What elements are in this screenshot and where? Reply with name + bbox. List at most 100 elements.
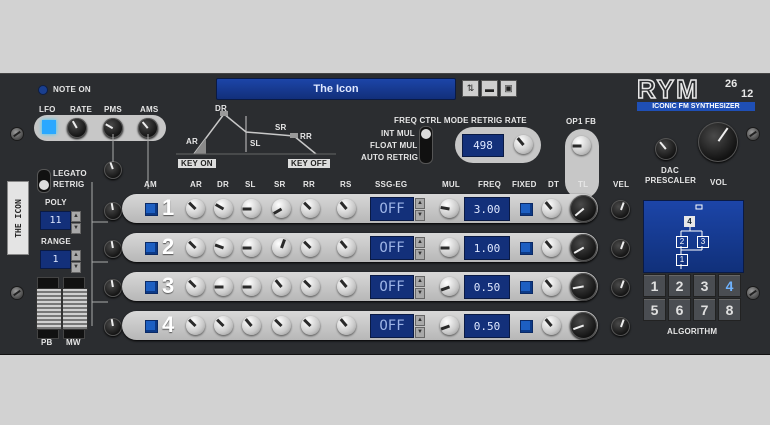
ar-knob[interactable] <box>186 199 205 218</box>
fixed-switch[interactable] <box>520 203 533 216</box>
rs-knob[interactable] <box>337 277 356 296</box>
retrig-rate-label: RETRIG RATE <box>471 116 527 125</box>
algorithm-button-8[interactable]: 8 <box>718 298 741 321</box>
rr-knob[interactable] <box>301 238 320 257</box>
am-switch[interactable] <box>145 281 158 294</box>
dt-knob[interactable] <box>542 316 561 335</box>
vel-knob[interactable] <box>611 278 630 297</box>
patch-name-display[interactable]: The Icon <box>216 78 456 100</box>
ar-knob[interactable] <box>186 277 205 296</box>
freq-value: 0.50 <box>473 319 501 333</box>
vel-knob[interactable] <box>611 317 630 336</box>
mul-knob[interactable] <box>440 238 459 257</box>
ssg-eg-value: OFF <box>379 201 405 217</box>
ssg-eg-display: OFF <box>370 314 414 338</box>
ssg-eg-spinner[interactable]: ▲ ▼ <box>415 315 425 338</box>
tl-knob[interactable] <box>570 312 597 339</box>
op-mod-knob[interactable] <box>104 279 122 297</box>
float-mul-label: FLOAT MUL <box>370 141 418 150</box>
vol-label: VOL <box>710 178 728 187</box>
pb-label: PB <box>41 338 53 347</box>
dac-prescaler-knob[interactable] <box>655 138 677 160</box>
lfo-toggle-button[interactable] <box>42 120 56 134</box>
env-rr-label: RR <box>300 132 312 141</box>
col-rr: RR <box>303 180 315 189</box>
freq-display: 3.00 <box>464 197 510 221</box>
freq-mode-switch[interactable] <box>419 126 433 164</box>
algorithm-button-4[interactable]: 4 <box>718 274 741 297</box>
algorithm-button-5[interactable]: 5 <box>643 298 666 321</box>
poly-value: 11 <box>49 215 62 226</box>
ssg-eg-display: OFF <box>370 275 414 299</box>
tl-knob[interactable] <box>570 195 597 222</box>
algorithm-button-7[interactable]: 7 <box>693 298 716 321</box>
fixed-switch[interactable] <box>520 281 533 294</box>
rr-knob[interactable] <box>301 199 320 218</box>
algorithm-button-3[interactable]: 3 <box>693 274 716 297</box>
freq-value: 1.00 <box>473 241 501 255</box>
op-mod-knob[interactable] <box>104 240 122 258</box>
dr-knob[interactable] <box>214 277 233 296</box>
dt-knob[interactable] <box>542 238 561 257</box>
note-on-label: NOTE ON <box>53 85 91 94</box>
am-switch[interactable] <box>145 203 158 216</box>
folder-icon[interactable]: ▬ <box>481 80 498 97</box>
ssg-eg-spinner[interactable]: ▲ ▼ <box>415 198 425 221</box>
operator-number: 4 <box>162 312 175 337</box>
algorithm-button-6[interactable]: 6 <box>668 298 691 321</box>
patch-updown-button[interactable]: ⇅ <box>462 80 479 97</box>
algorithm-button-2[interactable]: 2 <box>668 274 691 297</box>
op-mod-knob[interactable] <box>104 318 122 336</box>
ssg-eg-spinner[interactable]: ▲ ▼ <box>415 276 425 299</box>
op1-fb-knob[interactable] <box>572 136 591 155</box>
vel-knob[interactable] <box>611 200 630 219</box>
retrig-rate-knob[interactable] <box>514 135 533 154</box>
mul-knob[interactable] <box>440 199 459 218</box>
ssg-eg-spinner[interactable]: ▲ ▼ <box>415 237 425 260</box>
poly-display: 11 <box>40 211 71 230</box>
rr-knob[interactable] <box>301 316 320 335</box>
am-switch[interactable] <box>145 320 158 333</box>
dr-knob[interactable] <box>214 316 233 335</box>
rs-knob[interactable] <box>337 316 356 335</box>
patch-name: The Icon <box>313 83 359 95</box>
fixed-switch[interactable] <box>520 320 533 333</box>
ar-knob[interactable] <box>186 238 205 257</box>
am-switch[interactable] <box>145 242 158 255</box>
dt-knob[interactable] <box>542 277 561 296</box>
tl-knob[interactable] <box>570 273 597 300</box>
volume-knob[interactable] <box>698 122 738 162</box>
sl-knob[interactable] <box>242 238 261 257</box>
dr-knob[interactable] <box>214 199 233 218</box>
rs-knob[interactable] <box>337 238 356 257</box>
dt-knob[interactable] <box>542 199 561 218</box>
retrig-rate-value: 498 <box>473 139 493 152</box>
algorithm-button-1[interactable]: 1 <box>643 274 666 297</box>
sl-knob[interactable] <box>242 277 261 296</box>
mul-knob[interactable] <box>440 316 459 335</box>
sr-knob[interactable] <box>272 277 291 296</box>
legato-switch[interactable] <box>37 169 51 193</box>
sl-knob[interactable] <box>242 199 261 218</box>
vel-knob[interactable] <box>611 239 630 258</box>
save-icon[interactable]: ▣ <box>500 80 517 97</box>
tl-knob[interactable] <box>570 234 597 261</box>
sr-knob[interactable] <box>272 199 291 218</box>
dr-knob[interactable] <box>214 238 233 257</box>
rs-knob[interactable] <box>337 199 356 218</box>
rr-knob[interactable] <box>301 277 320 296</box>
freq-ctrl-mode-label: FREQ CTRL MODE <box>394 116 469 125</box>
sr-knob[interactable] <box>272 316 291 335</box>
alg-op-box: 2 <box>676 236 688 248</box>
sl-knob[interactable] <box>242 316 261 335</box>
pitch-bend-wheel[interactable] <box>36 277 62 339</box>
sr-knob[interactable] <box>272 238 291 257</box>
mul-knob[interactable] <box>440 277 459 296</box>
col-dr: DR <box>217 180 229 189</box>
alg-op-box: 4 <box>684 216 695 227</box>
fixed-switch[interactable] <box>520 242 533 255</box>
op-mod-knob[interactable] <box>104 202 122 220</box>
envelope-diagram <box>176 111 336 155</box>
freq-display: 1.00 <box>464 236 510 260</box>
ar-knob[interactable] <box>186 316 205 335</box>
